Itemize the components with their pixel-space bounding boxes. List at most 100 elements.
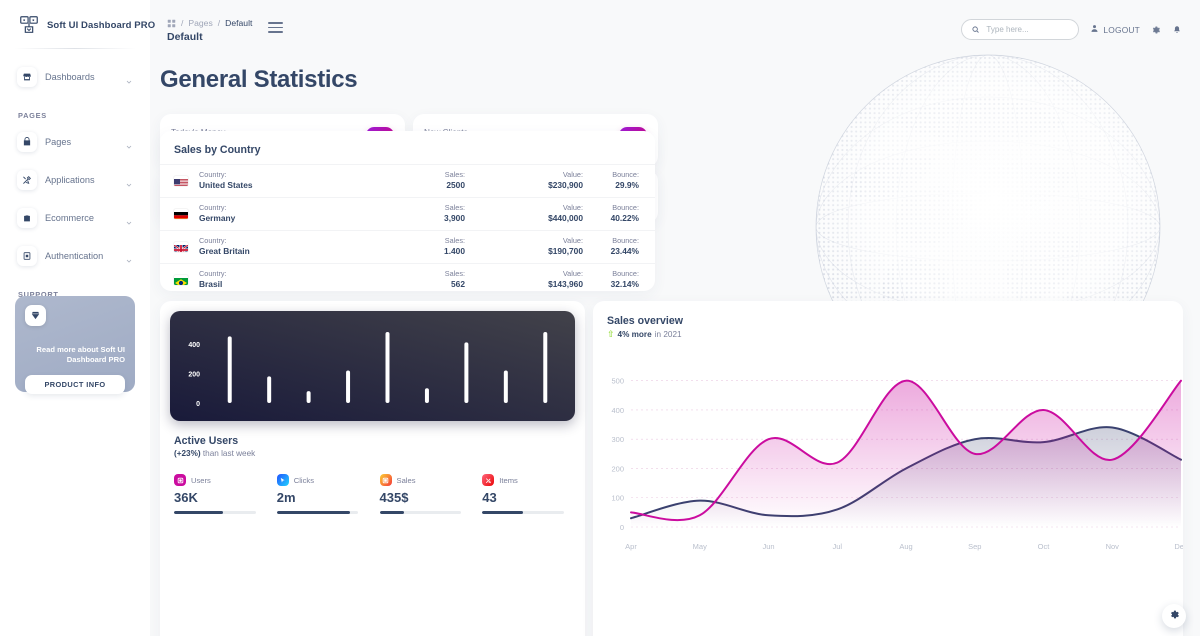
col-bounce: Bounce: [612,170,639,180]
tools-small-icon [482,474,495,486]
topbar: / Pages / Default Default LOGOUT [150,0,1200,52]
svg-text:Sep: Sep [968,542,981,551]
svg-text:Apr: Apr [625,542,637,551]
logout-label: LOGOUT [1103,24,1140,35]
breadcrumb-separator: / [217,18,221,28]
stat-value: 2m [276,490,296,505]
cell-bounce: 40.22% [610,213,639,224]
progress-bar [174,511,256,514]
topbar-actions: LOGOUT [961,19,1182,40]
table-row[interactable]: Country: United States Sales: 2500 Value: $… [160,164,655,197]
product-info-button[interactable]: PRODUCT INFO [25,374,125,394]
svg-text:Jun: Jun [762,542,774,551]
stat-value: 36K [174,490,198,505]
col-value: Value: [562,236,583,246]
sidebar-section-pages: PAGES [18,111,47,120]
svg-text:200: 200 [188,371,200,378]
svg-text:Dec: Dec [1174,542,1183,551]
sidebar-item-dashboards[interactable]: Dashboards [10,61,140,93]
col-country: Country: [199,203,227,213]
sidebar: Soft UI Dashboard PRO Dashboards PAGES P… [0,0,155,636]
tools-icon [17,170,37,190]
svg-text:100: 100 [611,494,624,503]
breadcrumb: / Pages / Default [167,18,252,28]
active-users-stats: Users 36K Clicks 2m Sales 435$ Items 43 [174,474,575,514]
table-row[interactable]: Country: Great Britain Sales: 1.400 Value:… [160,230,655,263]
svg-text:Oct: Oct [1038,542,1051,551]
flag-br [174,275,188,285]
chevron-down-icon [125,252,133,263]
active-users-delta: (+23%) [174,449,201,458]
bell-icon[interactable] [1172,25,1182,35]
col-sales: Sales: [444,269,465,279]
svg-text:Nov: Nov [1106,542,1120,551]
stat-label: Items [499,475,518,485]
sidebar-item-label: Applications [45,175,95,185]
hamburger-icon[interactable] [268,22,283,33]
active-users-subtitle-rest: than last week [200,449,256,458]
sales-overview-delta: 4% more [617,330,652,339]
sidebar-item-applications[interactable]: Applications [10,164,140,196]
sales-overview-subtitle: ⇧ 4% more in 2021 [607,329,1183,340]
sidebar-item-label: Ecommerce [45,213,95,223]
chevron-down-icon [125,176,133,187]
cell-sales: 562 [451,279,465,290]
dashboard-page: Soft UI Dashboard PRO Dashboards PAGES P… [0,0,1200,636]
document-icon [17,246,37,266]
sidebar-item-label: Authentication [45,251,104,261]
breadcrumb-parent[interactable]: Pages [188,18,212,28]
active-users-subtitle: (+23%) than last week [174,449,585,458]
cell-bounce: 29.9% [615,180,639,191]
flag-gb [174,242,188,252]
promo-card: Read more about Soft UI Dashboard PRO PR… [15,296,135,394]
col-sales: Sales: [444,236,465,246]
users-icon [174,474,186,486]
sales-overview-title: Sales overview [607,315,683,327]
progress-bar [379,511,462,514]
svg-text:0: 0 [620,523,624,532]
page-subtitle: Default [167,31,203,43]
sidebar-divider [14,48,136,49]
search-box[interactable] [961,19,1080,40]
settings-fab-button[interactable] [1162,604,1186,628]
logout-button[interactable]: LOGOUT [1090,24,1140,35]
stat-label: Sales [396,475,416,485]
active-users-card: 0 200 400 Active Users (+23%) than last we… [160,301,585,636]
cell-country: Germany [199,213,236,224]
chevron-down-icon [125,73,133,84]
active-users-stat-users: Users 36K [174,474,267,514]
sales-overview-line-chart: 0 100 200 300 400 500 Apr May Jun Jul Aug Sep Oct Nov… [593,357,1187,572]
gear-icon[interactable] [1151,25,1161,35]
home-icon[interactable] [167,19,176,28]
cursor-icon [276,474,289,486]
search-input[interactable] [986,25,1070,34]
promo-text: Read more about Soft UI Dashboard PRO [36,345,125,365]
flag-de [174,209,188,219]
sales-by-country-card: Sales by Country Country: United States S… [160,131,655,291]
cell-sales: 2500 [446,180,465,191]
svg-text:0: 0 [196,401,200,408]
col-sales: Sales: [444,203,465,213]
svg-text:500: 500 [611,377,624,386]
chevron-down-icon [125,214,133,225]
soft-ui-logo-icon [18,14,40,36]
svg-text:300: 300 [611,435,624,444]
briefcase-icon [17,208,37,228]
table-row[interactable]: Country: Brasil Sales: 562 Value: $143,960 … [160,263,655,296]
shop-icon [17,67,37,87]
cell-value: $143,960 [548,279,583,290]
svg-text:400: 400 [188,342,200,349]
table-row[interactable]: Country: Germany Sales: 3,900 Value: $440,0… [160,197,655,230]
sidebar-item-pages[interactable]: Pages [10,126,140,158]
svg-text:200: 200 [611,464,624,473]
sidebar-item-authentication[interactable]: Authentication [10,240,140,272]
arrow-up-icon: ⇧ [607,329,615,339]
sidebar-item-ecommerce[interactable]: Ecommerce [10,202,140,234]
col-sales: Sales: [444,170,465,180]
stat-value: 43 [482,490,497,505]
sidebar-item-label: Dashboards [45,72,95,82]
cell-bounce: 23.44% [610,246,639,257]
col-country: Country: [199,170,227,180]
progress-bar [482,511,564,514]
brand[interactable]: Soft UI Dashboard PRO [0,0,155,46]
